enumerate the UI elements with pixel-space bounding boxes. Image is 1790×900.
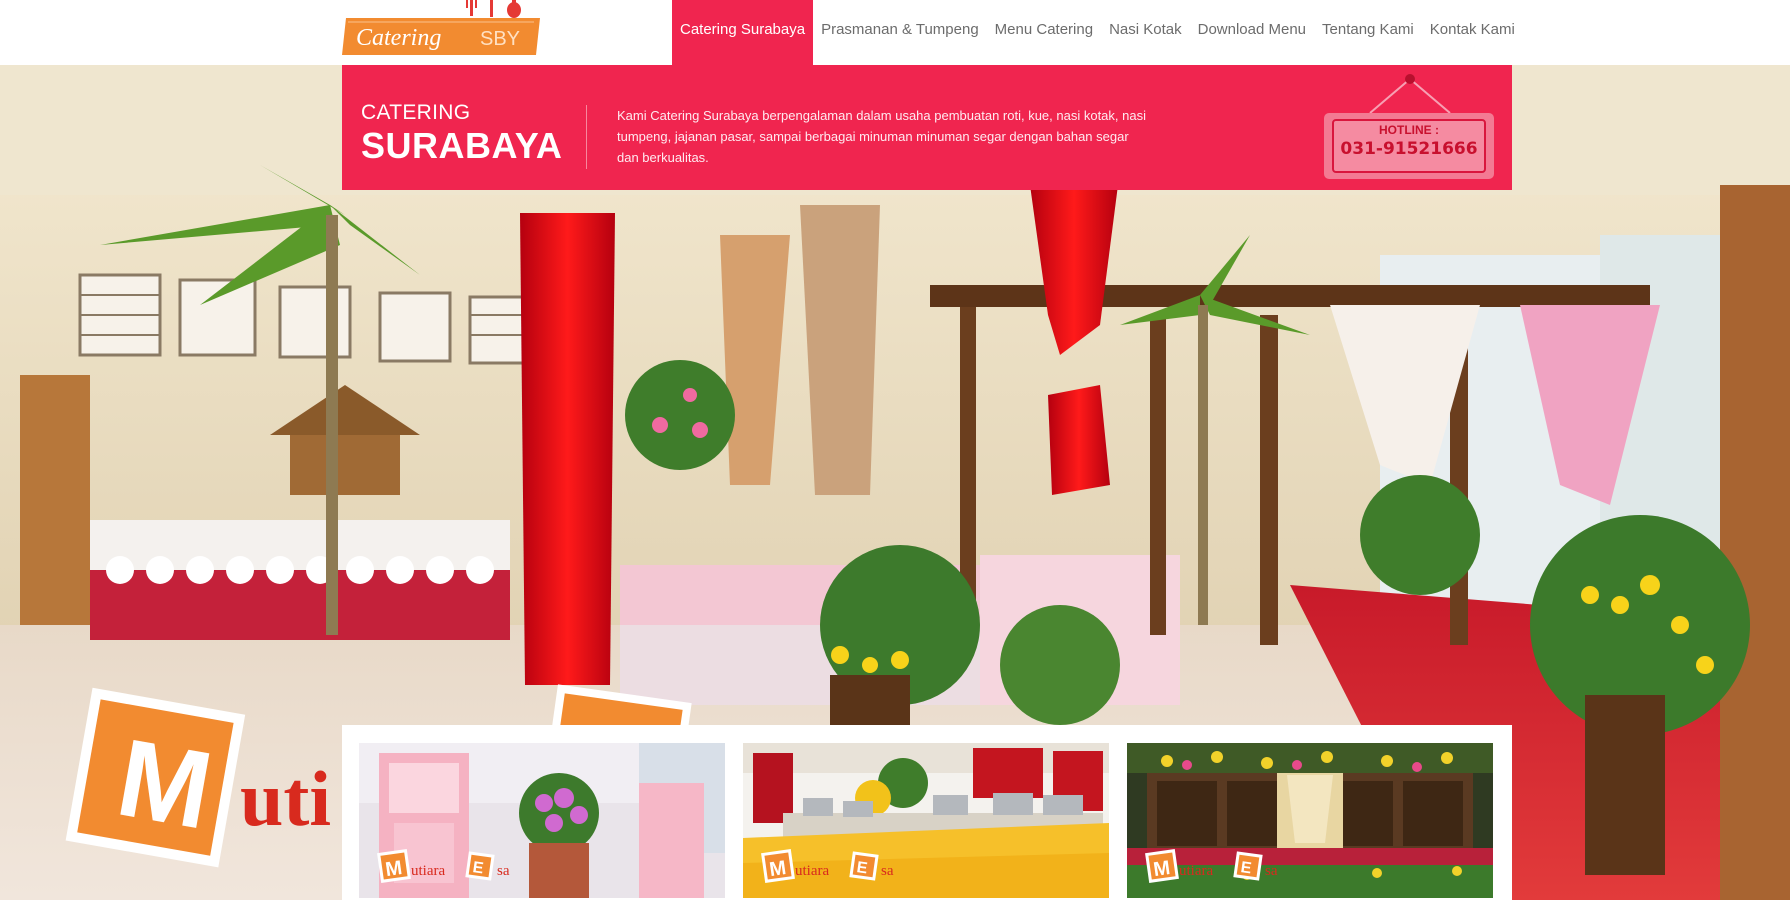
site-logo[interactable]: Catering SBY — [342, 0, 542, 56]
gallery-photo-ice-sculpture: M utiara E sa — [359, 743, 725, 898]
hero-watermark-text: uti — [240, 755, 331, 842]
nav-item-kontak-kami[interactable]: Kontak Kami — [1422, 0, 1523, 65]
main-navigation: Catering Surabaya Prasmanan & Tumpeng Me… — [672, 0, 1523, 65]
hotline-board: HOTLINE : 031-91521666 — [1324, 113, 1494, 179]
gallery-photo-wedding-stage: M utiara E sa — [1127, 743, 1493, 898]
svg-text:sa: sa — [497, 863, 510, 879]
gallery-strip: M utiara E sa M utiara E sa M utiara E s… — [342, 725, 1512, 900]
banner-title-big: SURABAYA — [361, 125, 563, 166]
banner-description: Kami Catering Surabaya berpengalaman dal… — [617, 108, 1146, 165]
hotline-phone[interactable]: 031-91521666 — [1324, 139, 1494, 159]
svg-text:utiara: utiara — [1179, 863, 1213, 879]
gallery-item-wedding-stage[interactable]: M utiara E sa — [1127, 743, 1493, 898]
site-header: Catering SBY Catering Surabaya Prasmanan… — [0, 0, 1790, 65]
logo-word-catering: Catering — [356, 25, 441, 51]
svg-text:utiara: utiara — [411, 863, 445, 879]
nav-item-download-menu[interactable]: Download Menu — [1190, 0, 1314, 65]
banner-title-small: CATERING — [361, 101, 471, 124]
hotline-label: HOTLINE : — [1379, 123, 1439, 137]
nav-item-menu-catering[interactable]: Menu Catering — [987, 0, 1101, 65]
nav-item-prasmanan-tumpeng[interactable]: Prasmanan & Tumpeng — [813, 0, 987, 65]
hotline-sign[interactable]: HOTLINE : 031-91521666 — [1322, 71, 1498, 183]
svg-text:M: M — [1152, 857, 1172, 881]
banner-divider — [586, 105, 587, 169]
logo-word-sby: SBY — [480, 28, 520, 50]
nav-item-nasi-kotak[interactable]: Nasi Kotak — [1101, 0, 1190, 65]
gallery-photo-buffet: M utiara E sa — [743, 743, 1109, 898]
nav-item-tentang-kami[interactable]: Tentang Kami — [1314, 0, 1422, 65]
nav-item-catering-surabaya[interactable]: Catering Surabaya — [672, 0, 814, 65]
intro-banner: CATERING SURABAYA Kami Catering Surabaya… — [342, 65, 1512, 190]
svg-text:utiara: utiara — [795, 863, 829, 879]
svg-text:M: M — [768, 857, 788, 881]
svg-text:M: M — [384, 857, 404, 881]
svg-text:sa: sa — [1265, 863, 1278, 879]
gallery-item-ice-sculpture[interactable]: M utiara E sa — [359, 743, 725, 898]
svg-text:sa: sa — [881, 863, 894, 879]
gallery-item-buffet[interactable]: M utiara E sa — [743, 743, 1109, 898]
cutlery-icon — [466, 0, 521, 18]
